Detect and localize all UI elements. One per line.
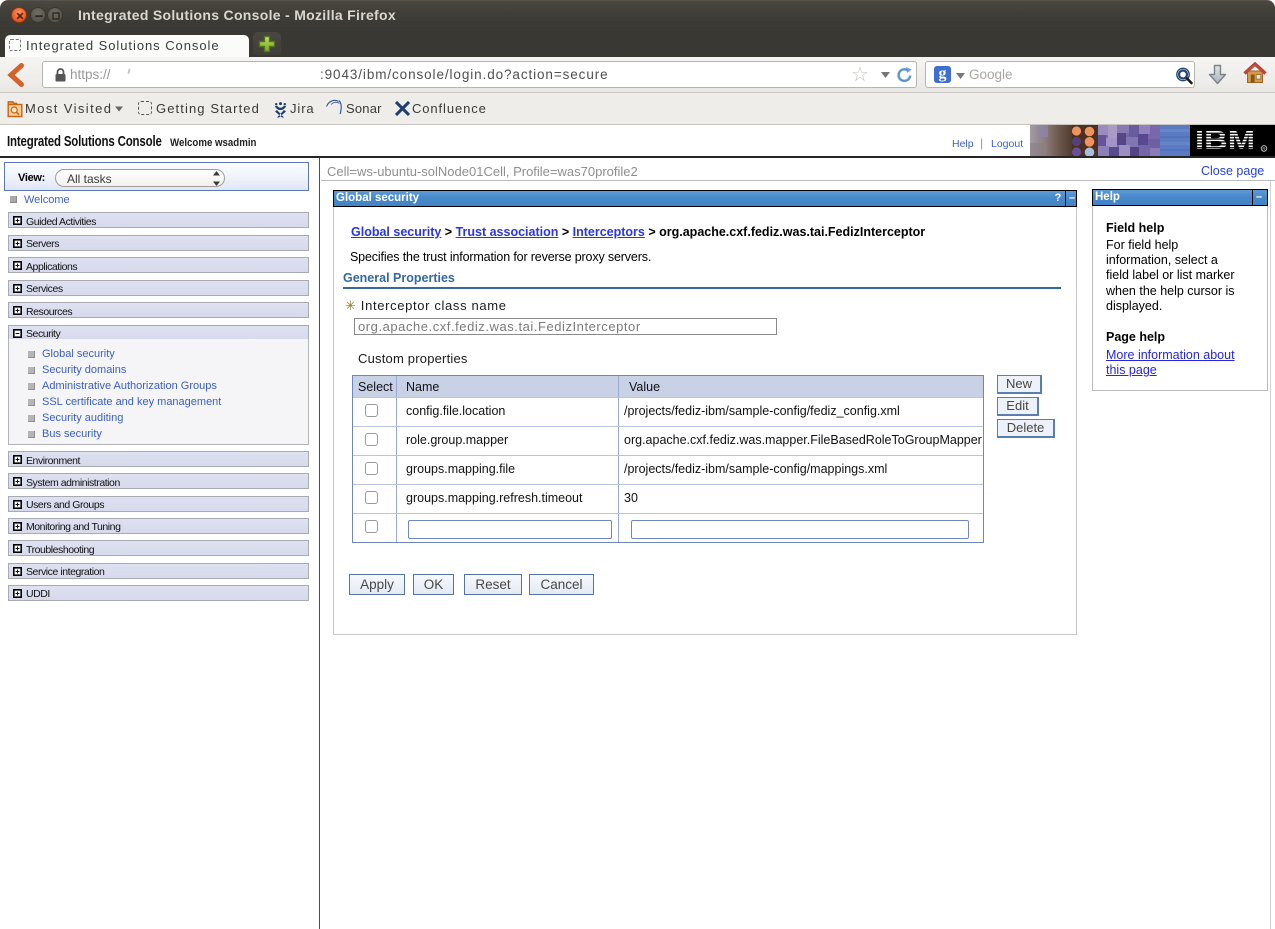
svg-text:IBM: IBM — [1195, 125, 1255, 155]
